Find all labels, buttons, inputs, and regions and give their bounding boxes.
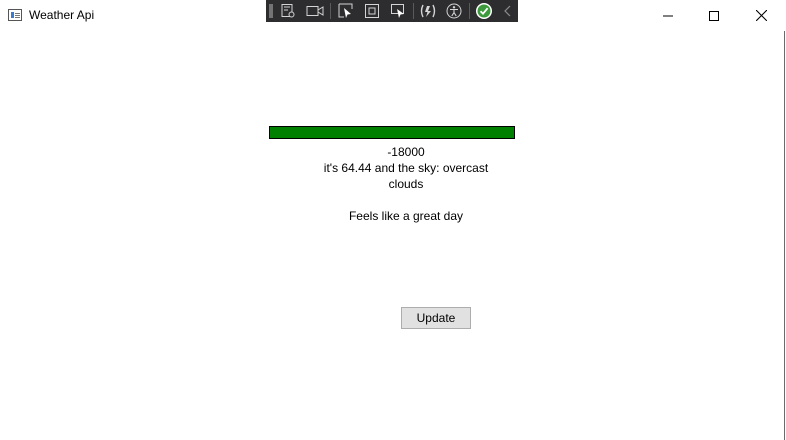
app-window-icon[interactable]: [8, 9, 22, 21]
live-visual-tree-button[interactable]: [279, 2, 297, 20]
hot-reload-button[interactable]: [419, 2, 437, 20]
weather-description-line1: it's 64.44 and the sky: overcast: [323, 161, 489, 175]
record-button[interactable]: [306, 2, 324, 20]
toolbar-separator: [469, 3, 470, 19]
progress-fill: [270, 127, 514, 138]
close-button[interactable]: [738, 0, 784, 31]
live-visual-tree-icon: [281, 4, 295, 18]
toolbar-separator: [413, 3, 414, 19]
collapse-toolbar-button[interactable]: [499, 2, 517, 20]
video-camera-icon: [306, 6, 324, 16]
progress-bar: [269, 126, 515, 139]
binding-status-button[interactable]: [475, 2, 493, 20]
xaml-debug-toolbar: [266, 0, 518, 22]
value-text: -18000: [387, 145, 425, 159]
select-element-button[interactable]: [337, 2, 355, 20]
app-window: Weather Api -18000 it's 64.44 and the sk…: [0, 0, 785, 440]
maximize-button[interactable]: [691, 0, 737, 31]
accessibility-checker-button[interactable]: [445, 2, 463, 20]
weather-description-line2: clouds: [388, 177, 424, 191]
maximize-icon: [709, 10, 719, 21]
minimize-button[interactable]: [645, 0, 691, 31]
update-button[interactable]: Update: [401, 307, 471, 329]
toolbar-grip[interactable]: [269, 4, 273, 18]
display-adorners-button[interactable]: [363, 2, 381, 20]
minimize-icon: [663, 15, 673, 16]
window-title: Weather Api: [29, 8, 95, 22]
select-element-icon: [338, 3, 353, 18]
hot-reload-icon: [420, 4, 436, 18]
track-focus-icon: [391, 4, 404, 18]
display-layout-adorners-icon: [365, 4, 379, 18]
feels-like-text: Feels like a great day: [348, 209, 464, 223]
close-icon: [755, 10, 767, 21]
checkmark-icon: [476, 3, 492, 19]
collapse-chevron-icon: [504, 5, 511, 17]
toolbar-separator: [330, 3, 331, 19]
accessibility-icon: [446, 3, 462, 19]
track-focus-button[interactable]: [389, 2, 407, 20]
